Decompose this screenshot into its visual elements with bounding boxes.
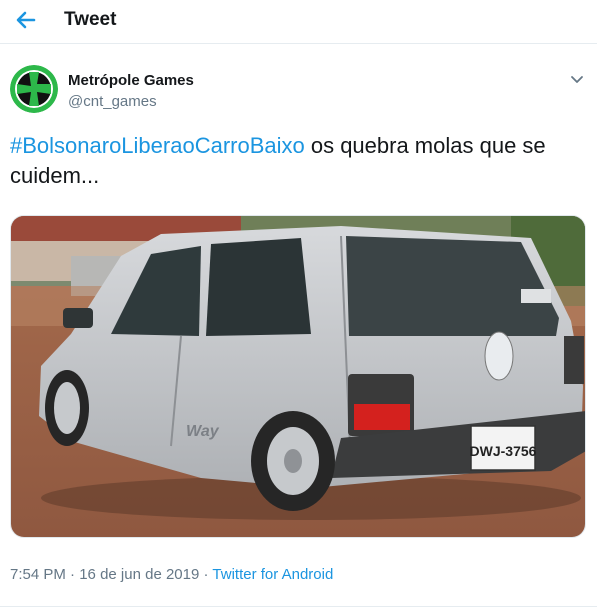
arrow-left-icon[interactable] — [12, 6, 40, 34]
meta-separator: · — [65, 566, 80, 583]
tweet-media[interactable]: DWJ-3756 Way — [10, 215, 586, 538]
tweet-source-link[interactable]: Twitter for Android — [212, 566, 333, 583]
chevron-down-icon[interactable] — [568, 70, 586, 88]
author-name[interactable]: Metrópole Games — [68, 72, 194, 89]
tweet-text: #BolsonaroLiberaoCarroBaixo os quebra mo… — [10, 131, 580, 191]
green-cross-logo — [10, 65, 58, 113]
author-handle: @cnt_games — [68, 93, 157, 110]
car-badge: Way — [186, 423, 220, 440]
avatar[interactable] — [10, 65, 58, 113]
tweet-meta: 7:54 PM · 16 de jun de 2019 · Twitter fo… — [10, 566, 333, 583]
page-title: Tweet — [64, 9, 117, 30]
tweet-date: 16 de jun de 2019 — [79, 566, 200, 583]
car-photo: DWJ-3756 Way — [11, 216, 585, 537]
hashtag-link[interactable]: #BolsonaroLiberaoCarroBaixo — [10, 133, 305, 158]
license-plate: DWJ-3756 — [470, 443, 537, 459]
meta-separator: · — [199, 566, 213, 583]
top-bar: Tweet — [0, 0, 597, 44]
divider — [0, 606, 597, 607]
tweet-time: 7:54 PM — [10, 566, 66, 583]
